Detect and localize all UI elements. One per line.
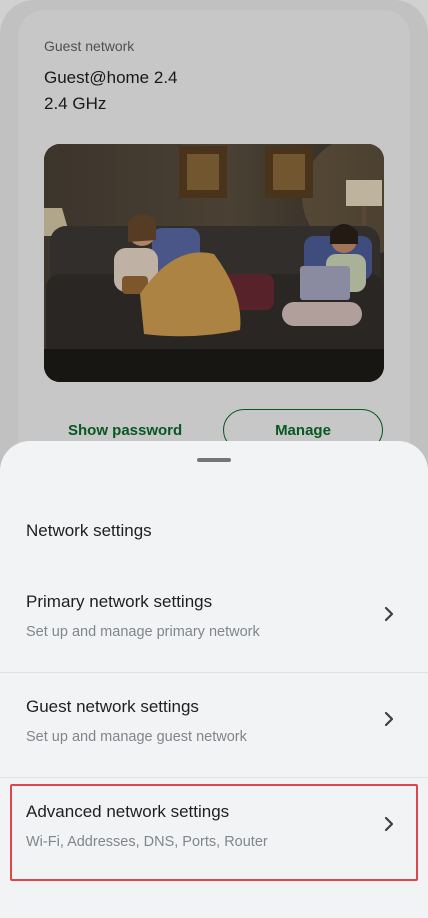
item-title: Primary network settings bbox=[26, 592, 213, 611]
chevron-right-icon bbox=[384, 816, 394, 832]
chevron-right-icon bbox=[384, 606, 394, 622]
network-settings-bottom-sheet: Network settings Primary network setting… bbox=[0, 441, 428, 918]
manage-button-label: Manage bbox=[275, 421, 331, 439]
drag-handle[interactable] bbox=[197, 458, 231, 462]
advanced-network-settings-item[interactable]: Advanced network settings Wi-Fi, Address… bbox=[0, 778, 428, 882]
item-title: Advanced network settings bbox=[26, 802, 230, 821]
guest-network-card: Guest network Guest@home 2.4 2.4 GHz Sho… bbox=[18, 10, 410, 480]
chevron-right-icon bbox=[384, 711, 394, 727]
guest-network-label: Guest network bbox=[44, 38, 135, 54]
show-password-button[interactable]: Show password bbox=[68, 422, 182, 439]
sheet-title: Network settings bbox=[26, 521, 152, 540]
guest-network-settings-item[interactable]: Guest network settings Set up and manage… bbox=[0, 673, 428, 777]
item-title: Guest network settings bbox=[26, 697, 199, 716]
primary-network-settings-item[interactable]: Primary network settings Set up and mana… bbox=[0, 568, 428, 672]
guest-network-ssid: Guest@home 2.4 bbox=[44, 68, 178, 87]
item-subtitle: Set up and manage primary network bbox=[26, 624, 260, 640]
living-room-illustration bbox=[44, 144, 384, 382]
guest-network-band: 2.4 GHz bbox=[44, 94, 107, 113]
item-subtitle: Set up and manage guest network bbox=[26, 729, 247, 745]
item-subtitle: Wi-Fi, Addresses, DNS, Ports, Router bbox=[26, 834, 268, 850]
guest-network-photo bbox=[44, 144, 384, 382]
